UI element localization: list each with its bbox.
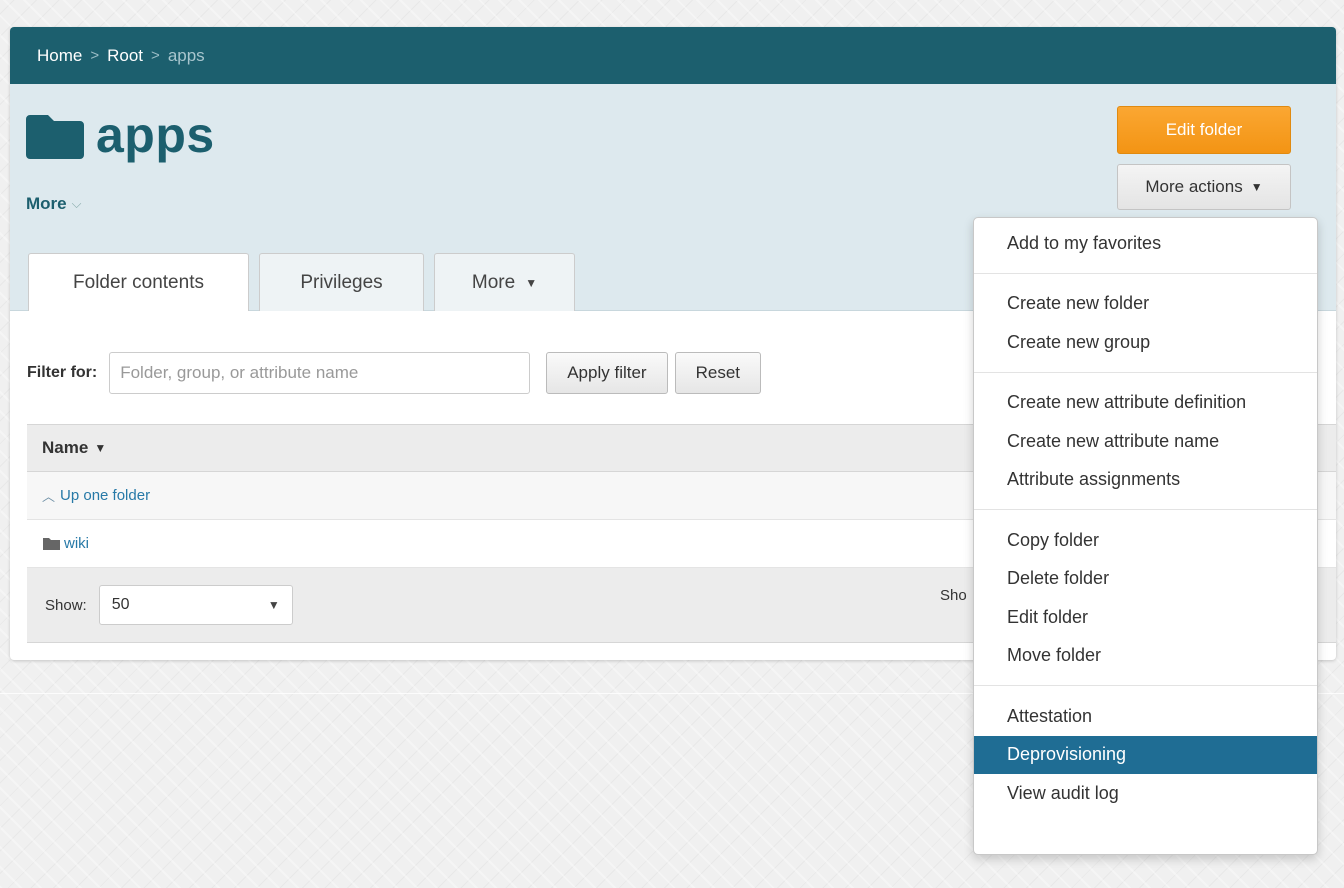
chevron-up-icon: ︿ [42, 489, 56, 504]
tab-privileges[interactable]: Privileges [259, 253, 424, 311]
tab-label: More [471, 271, 516, 293]
menu-item-copy-folder[interactable]: Copy folder [974, 521, 1317, 560]
folder-icon [43, 537, 60, 550]
show-label: Show: [45, 596, 87, 614]
menu-item-create-attribute-definition[interactable]: Create new attribute definition [974, 384, 1317, 423]
showing-count-text: Sho [940, 587, 967, 604]
menu-item-create-attribute-name[interactable]: Create new attribute name [974, 422, 1317, 461]
menu-item-delete-folder[interactable]: Delete folder [974, 560, 1317, 599]
tab-label: Privileges [300, 271, 383, 293]
up-one-folder-link[interactable]: Up one folder [60, 487, 150, 504]
chevron-down-icon: ⌵ [71, 196, 82, 211]
menu-item-attribute-assignments[interactable]: Attribute assignments [974, 461, 1317, 500]
page-size-select[interactable]: 50 ▼ [98, 585, 293, 625]
more-actions-label: More actions [1145, 177, 1243, 196]
apply-filter-button[interactable]: Apply filter [546, 352, 668, 394]
folder-link-wiki[interactable]: wiki [64, 535, 89, 552]
edit-folder-button[interactable]: Edit folder [1117, 106, 1291, 154]
tab-more[interactable]: More ▼ [434, 253, 575, 311]
menu-item-edit-folder[interactable]: Edit folder [974, 598, 1317, 637]
menu-divider [974, 509, 1317, 510]
column-header-label: Name [42, 438, 89, 457]
menu-divider [974, 685, 1317, 686]
more-label: More [26, 194, 67, 213]
reset-button[interactable]: Reset [674, 352, 762, 394]
filter-row: Filter for: Apply filter Reset [27, 352, 768, 394]
filter-input[interactable] [109, 352, 531, 394]
menu-divider [974, 371, 1317, 373]
menu-divider [974, 272, 1317, 274]
menu-item-move-folder[interactable]: Move folder [974, 637, 1317, 676]
more-actions-button[interactable]: More actions ▼ [1117, 164, 1291, 210]
title-row: apps [26, 106, 215, 164]
caret-down-icon: ▼ [267, 598, 280, 612]
caret-down-icon: ▼ [525, 275, 538, 290]
folder-icon [26, 115, 84, 159]
breadcrumb-separator: > [90, 47, 100, 64]
more-actions-menu: Add to my favorites Create new folder Cr… [973, 217, 1318, 855]
page-title: apps [96, 107, 215, 163]
tab-bar: Folder contents Privileges More ▼ [28, 253, 585, 311]
caret-down-icon: ▼ [1250, 180, 1263, 194]
filter-label: Filter for: [27, 364, 98, 381]
page-size-value: 50 [111, 596, 130, 613]
menu-item-create-new-group[interactable]: Create new group [974, 323, 1317, 362]
breadcrumb-root[interactable]: Root [107, 46, 143, 66]
menu-item-deprovisioning[interactable]: Deprovisioning [974, 735, 1317, 774]
menu-item-add-to-favorites[interactable]: Add to my favorites [974, 224, 1317, 263]
menu-item-create-new-folder[interactable]: Create new folder [974, 285, 1317, 324]
menu-item-attestation[interactable]: Attestation [974, 697, 1317, 736]
breadcrumb-current: apps [167, 45, 205, 65]
sort-caret-icon: ▼ [94, 441, 107, 455]
tab-label: Folder contents [73, 271, 204, 293]
breadcrumb-separator: > [151, 47, 160, 64]
breadcrumb: Home > Root > apps [10, 27, 1336, 84]
tab-folder-contents[interactable]: Folder contents [28, 253, 249, 311]
more-link[interactable]: More ⌵ [26, 194, 81, 214]
menu-item-view-audit-log[interactable]: View audit log [974, 774, 1317, 813]
breadcrumb-home[interactable]: Home [37, 46, 82, 66]
